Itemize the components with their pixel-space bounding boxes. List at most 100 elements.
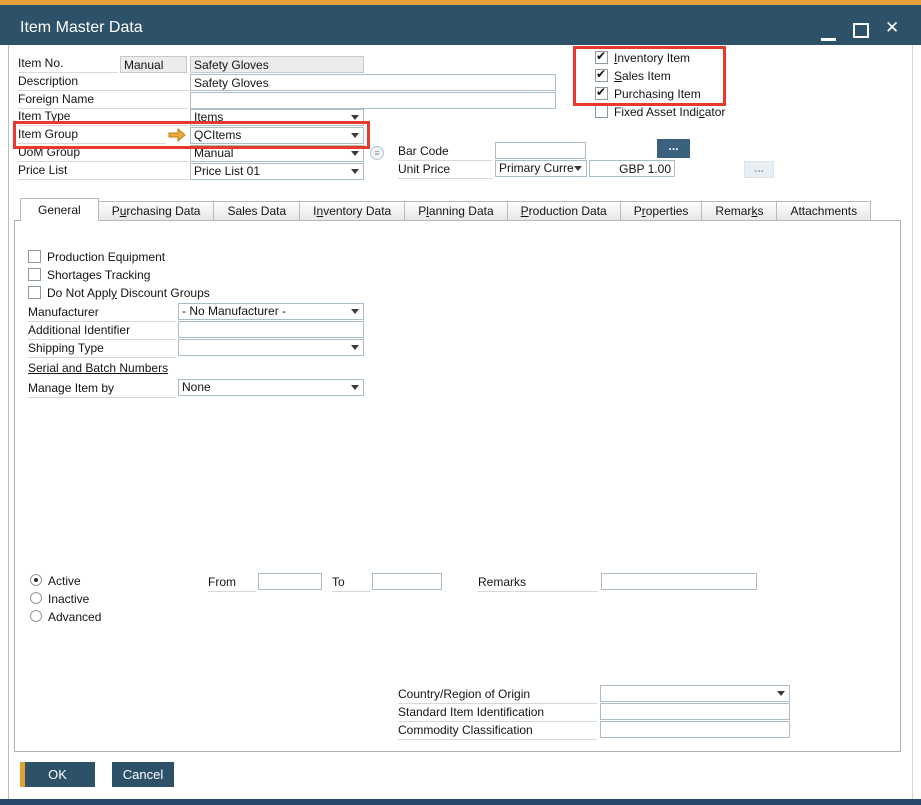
inactive-radio-label: Inactive <box>48 592 89 606</box>
chevron-down-icon <box>351 385 359 390</box>
from-field[interactable] <box>258 573 322 590</box>
remarks-field[interactable] <box>601 573 757 590</box>
check-icon: ✔ <box>596 51 607 62</box>
cancel-button[interactable]: Cancel <box>112 762 174 787</box>
item-type-label: Item Type <box>18 109 188 126</box>
bar-code-browse-button[interactable]: ... <box>657 139 690 158</box>
tab-sales-data[interactable]: Sales Data <box>214 201 300 221</box>
tab-properties[interactable]: Properties <box>621 201 703 221</box>
item-group-dropdown[interactable]: QCItems <box>190 127 364 144</box>
standard-item-id-label: Standard Item Identification <box>398 705 597 722</box>
tab-production-data[interactable]: Production Data <box>508 201 621 221</box>
window-border-right <box>912 45 913 799</box>
uom-group-dropdown[interactable]: Manual <box>190 145 364 162</box>
window-border-bottom <box>0 799 921 805</box>
item-no-field[interactable] <box>190 56 364 73</box>
advanced-radio[interactable] <box>30 610 42 622</box>
no-discount-groups-checkbox[interactable]: ✔ <box>28 286 41 299</box>
unit-price-label: Unit Price <box>398 162 492 179</box>
close-button[interactable]: ✕ <box>885 19 899 36</box>
description-label: Description <box>18 74 188 91</box>
unit-price-currency-dropdown[interactable]: Primary Currer <box>495 160 587 177</box>
check-icon: ✔ <box>596 87 607 98</box>
item-no-label: Item No. <box>18 56 118 73</box>
commodity-classification-label: Commodity Classification <box>398 723 597 740</box>
titlebar[interactable]: Item Master Data ✕ <box>0 5 921 45</box>
unit-price-field[interactable] <box>589 160 675 177</box>
price-list-dropdown[interactable]: Price List 01 <box>190 163 364 180</box>
sales-item-label: Sales Item <box>614 69 671 83</box>
purchasing-item-label: Purchasing Item <box>614 87 701 101</box>
production-equipment-label: Production Equipment <box>47 250 165 264</box>
maximize-icon <box>853 23 869 38</box>
shipping-type-label: Shipping Type <box>28 341 176 358</box>
commodity-classification-field[interactable] <box>600 721 790 738</box>
no-discount-groups-label: Do Not Apply Discount Groups <box>47 286 210 300</box>
foreign-name-label: Foreign Name <box>18 92 188 109</box>
production-equipment-checkbox[interactable]: ✔ <box>28 250 41 263</box>
advanced-radio-label: Advanced <box>48 610 101 624</box>
tab-purchasing-data[interactable]: Purchasing Data <box>99 201 215 221</box>
sales-item-checkbox[interactable]: ✔ <box>595 69 608 82</box>
bar-code-label: Bar Code <box>398 144 492 161</box>
chevron-down-icon <box>351 115 359 120</box>
item-group-label: Item Group <box>18 127 166 144</box>
shipping-type-dropdown[interactable] <box>178 339 364 356</box>
serial-batch-section-heading: Serial and Batch Numbers <box>28 361 168 375</box>
to-label: To <box>332 575 370 592</box>
tab-general[interactable]: General <box>20 198 99 221</box>
chevron-down-icon <box>351 133 359 138</box>
chevron-down-icon <box>351 309 359 314</box>
fixed-asset-label: Fixed Asset Indicator <box>614 105 725 119</box>
tab-bar: General Purchasing Data Sales Data Inven… <box>20 198 871 221</box>
ok-button[interactable]: OK <box>20 762 95 787</box>
uom-group-label: UoM Group <box>18 145 188 162</box>
active-radio-label: Active <box>48 574 81 588</box>
check-icon: ✔ <box>596 69 607 80</box>
country-of-origin-label: Country/Region of Origin <box>398 687 597 704</box>
tab-inventory-data[interactable]: Inventory Data <box>300 201 405 221</box>
shortages-tracking-label: Shortages Tracking <box>47 268 150 282</box>
inactive-radio[interactable] <box>30 592 42 604</box>
window-border-left <box>8 45 9 799</box>
tab-attachments[interactable]: Attachments <box>777 201 871 221</box>
uom-detail-icon[interactable]: ≡ <box>370 146 384 160</box>
item-type-dropdown[interactable]: Items <box>190 109 364 126</box>
country-of-origin-dropdown[interactable] <box>600 685 790 702</box>
shortages-tracking-checkbox[interactable]: ✔ <box>28 268 41 281</box>
standard-item-id-field[interactable] <box>600 703 790 720</box>
inventory-item-label: Inventory Item <box>614 51 690 65</box>
remarks-label: Remarks <box>478 575 598 592</box>
chevron-down-icon <box>351 345 359 350</box>
item-master-data-window: Item Master Data ✕ Item No. Description … <box>0 0 921 805</box>
link-arrow-icon[interactable] <box>168 128 186 142</box>
inventory-item-checkbox[interactable]: ✔ <box>595 51 608 64</box>
active-radio[interactable] <box>30 574 42 586</box>
chevron-down-icon <box>351 151 359 156</box>
maximize-button[interactable] <box>853 23 869 38</box>
manage-item-by-dropdown[interactable]: None <box>178 379 364 396</box>
purchasing-item-checkbox[interactable]: ✔ <box>595 87 608 100</box>
from-label: From <box>208 575 256 592</box>
unit-price-browse-button[interactable]: ... <box>744 161 774 178</box>
item-no-mode-field[interactable] <box>120 56 187 73</box>
fixed-asset-checkbox[interactable]: ✔ <box>595 105 608 118</box>
tab-planning-data[interactable]: Planning Data <box>405 201 507 221</box>
tab-remarks[interactable]: Remarks <box>702 201 777 221</box>
window-title: Item Master Data <box>20 19 143 37</box>
to-field[interactable] <box>372 573 442 590</box>
bar-code-field[interactable] <box>495 142 586 159</box>
manufacturer-label: Manufacturer <box>28 305 176 322</box>
additional-identifier-label: Additional Identifier <box>28 323 176 340</box>
additional-identifier-field[interactable] <box>178 321 364 338</box>
chevron-down-icon <box>351 169 359 174</box>
minimize-icon <box>821 38 836 41</box>
description-field[interactable] <box>190 74 556 91</box>
chevron-down-icon <box>777 691 785 696</box>
chevron-down-icon <box>574 166 582 171</box>
price-list-label: Price List <box>18 163 188 180</box>
manage-item-by-label: Manage Item by <box>28 381 176 398</box>
foreign-name-field[interactable] <box>190 92 556 109</box>
manufacturer-dropdown[interactable]: - No Manufacturer - <box>178 303 364 320</box>
minimize-button[interactable] <box>821 38 836 41</box>
